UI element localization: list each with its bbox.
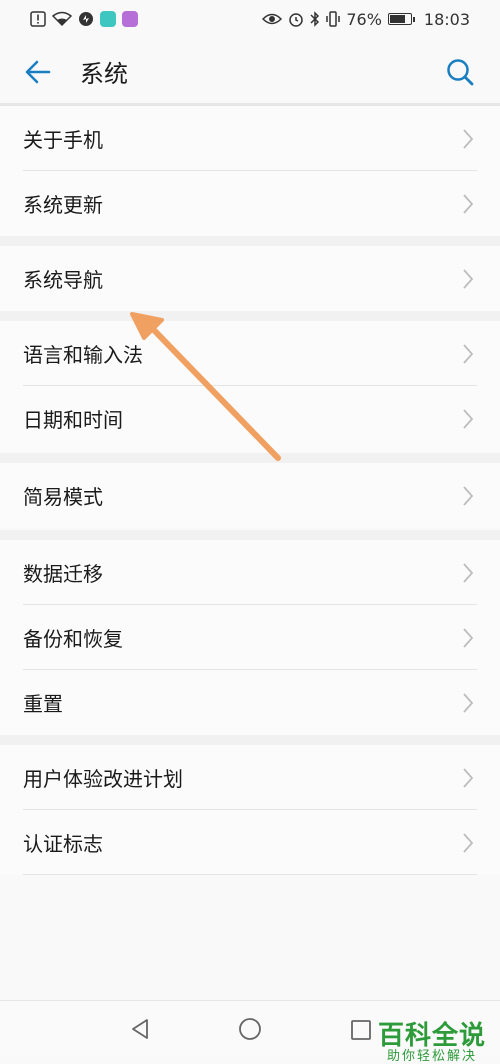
chevron-right-icon <box>463 693 474 713</box>
wifi-icon <box>52 11 72 27</box>
battery-icon <box>387 13 415 25</box>
bluetooth-icon <box>310 11 320 27</box>
list-item-label: 重置 <box>23 692 63 716</box>
list-item-user-experience[interactable]: 用户体验改进计划 <box>0 745 500 810</box>
app-badge-purple-icon <box>122 11 138 27</box>
section-gap <box>0 236 500 246</box>
triangle-back-icon <box>132 1019 148 1039</box>
settings-group-6: 用户体验改进计划 认证标志 <box>0 745 500 875</box>
search-icon <box>447 59 474 86</box>
divider <box>23 874 477 875</box>
list-item-simple-mode[interactable]: 简易模式 <box>0 463 500 528</box>
search-button[interactable] <box>444 56 476 88</box>
list-item-reset[interactable]: 重置 <box>0 670 500 735</box>
list-item-label: 备份和恢复 <box>23 627 123 651</box>
chevron-right-icon <box>463 768 474 788</box>
list-item-label: 系统导航 <box>23 268 103 292</box>
settings-group-2: 系统导航 <box>0 246 500 311</box>
nav-home-button[interactable] <box>238 1017 262 1041</box>
watermark-subtitle: 助你轻松解决 <box>386 1049 477 1064</box>
list-item-label: 认证标志 <box>23 832 103 856</box>
nav-recents-button[interactable] <box>350 1019 372 1041</box>
speed-icon <box>78 11 94 27</box>
section-gap <box>0 453 500 463</box>
status-left-icons <box>30 11 138 27</box>
list-item-system-navigation[interactable]: 系统导航 <box>0 246 500 311</box>
settings-group-3: 语言和输入法 日期和时间 <box>0 321 500 451</box>
section-gap <box>0 311 500 321</box>
list-item-about-phone[interactable]: 关于手机 <box>0 106 500 171</box>
list-item-date-time[interactable]: 日期和时间 <box>0 386 500 451</box>
app-bar: 系统 <box>0 38 500 104</box>
section-gap <box>0 735 500 745</box>
chevron-right-icon <box>463 563 474 583</box>
status-bar: 76% 18:03 <box>0 0 500 38</box>
alarm-icon <box>288 11 304 27</box>
settings-group-5: 数据迁移 备份和恢复 重置 <box>0 540 500 735</box>
app-badge-teal-icon <box>100 11 116 27</box>
chevron-right-icon <box>463 344 474 364</box>
chevron-right-icon <box>463 129 474 149</box>
alert-icon <box>30 11 46 27</box>
settings-group-1: 关于手机 系统更新 <box>0 106 500 236</box>
watermark-logo: 百科全说 助你轻松解决 <box>378 1022 486 1064</box>
clock: 18:03 <box>423 9 470 29</box>
list-item-certification[interactable]: 认证标志 <box>0 810 500 875</box>
list-item-system-update[interactable]: 系统更新 <box>0 171 500 236</box>
list-item-label: 系统更新 <box>23 193 103 217</box>
page-title: 系统 <box>80 60 128 88</box>
watermark-title: 百科全说 <box>377 1021 486 1051</box>
battery-percent: 76% <box>346 9 382 29</box>
list-item-label: 关于手机 <box>23 128 103 152</box>
square-recents-icon <box>351 1020 371 1040</box>
list-item-backup-restore[interactable]: 备份和恢复 <box>0 605 500 670</box>
vibrate-icon <box>326 11 341 27</box>
chevron-right-icon <box>463 833 474 853</box>
list-item-language-input[interactable]: 语言和输入法 <box>0 321 500 386</box>
chevron-right-icon <box>463 628 474 648</box>
status-right-icons: 76% 18:03 <box>262 10 470 29</box>
chevron-right-icon <box>463 269 474 289</box>
arrow-left-icon <box>25 60 51 84</box>
chevron-right-icon <box>463 409 474 429</box>
settings-group-4: 简易模式 <box>0 463 500 528</box>
section-gap <box>0 530 500 540</box>
list-item-label: 简易模式 <box>23 485 103 509</box>
nav-back-button[interactable] <box>128 1017 152 1041</box>
chevron-right-icon <box>463 194 474 214</box>
chevron-right-icon <box>463 486 474 506</box>
list-item-label: 用户体验改进计划 <box>23 767 183 791</box>
circle-home-icon <box>239 1018 261 1040</box>
back-button[interactable] <box>22 56 54 88</box>
list-item-label: 语言和输入法 <box>23 343 143 367</box>
list-item-data-migration[interactable]: 数据迁移 <box>0 540 500 605</box>
list-item-label: 数据迁移 <box>23 562 103 586</box>
eye-icon <box>262 12 283 26</box>
list-item-label: 日期和时间 <box>23 408 123 432</box>
